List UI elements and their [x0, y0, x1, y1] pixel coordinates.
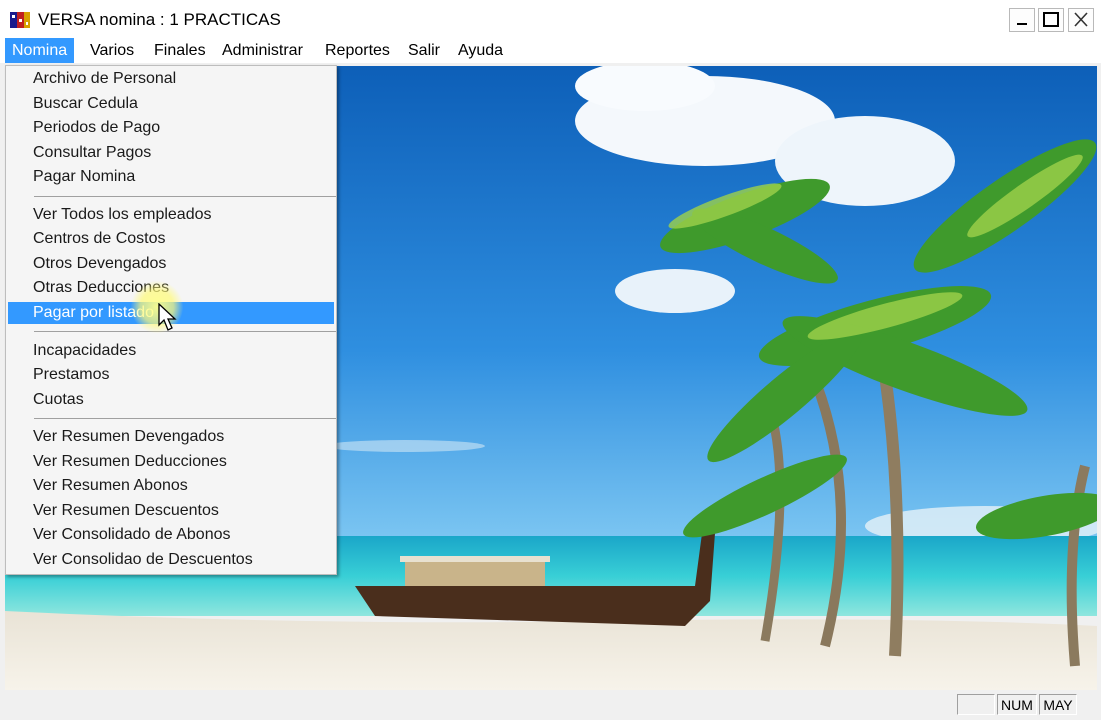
menu-item-cuotas[interactable]: Cuotas [8, 389, 334, 411]
menu-finales[interactable]: Finales [147, 38, 213, 63]
menu-nomina[interactable]: Nomina [5, 38, 75, 63]
status-caps-indicator: MAY [1039, 694, 1077, 715]
menu-item-ver-resumen-devengados[interactable]: Ver Resumen Devengados [8, 426, 334, 448]
menu-item-ver-resumen-descuentos[interactable]: Ver Resumen Descuentos [8, 500, 334, 522]
menu-administrar[interactable]: Administrar [215, 38, 310, 63]
menu-item-incapacidades[interactable]: Incapacidades [8, 340, 334, 362]
menu-salir[interactable]: Salir [401, 38, 447, 63]
menu-separator [34, 418, 336, 419]
menu-item-pagar-nomina[interactable]: Pagar Nomina [8, 166, 334, 188]
maximize-button[interactable] [1038, 8, 1064, 32]
menu-item-ver-resumen-abonos[interactable]: Ver Resumen Abonos [8, 475, 334, 497]
menu-item-ver-consolidado-de-abonos[interactable]: Ver Consolidado de Abonos [8, 524, 334, 546]
menu-item-consultar-pagos[interactable]: Consultar Pagos [8, 142, 334, 164]
menu-separator [34, 196, 336, 197]
menu-varios[interactable]: Varios [83, 38, 141, 63]
mouse-cursor-icon [158, 303, 177, 331]
app-window: VERSA nomina : 1 PRACTICAS Nomina Varios… [0, 0, 1101, 720]
menu-bar: Nomina Varios Finales Administrar Report… [0, 38, 1101, 63]
minimize-button[interactable] [1009, 8, 1035, 32]
menu-item-ver-consolidao-de-descuentos[interactable]: Ver Consolidao de Descuentos [8, 549, 334, 571]
status-bar: NUM MAY [0, 692, 1101, 720]
menu-item-buscar-cedula[interactable]: Buscar Cedula [8, 93, 334, 115]
menu-item-ver-todos-los-empleados[interactable]: Ver Todos los empleados [8, 204, 334, 226]
status-empty-cell [957, 694, 995, 715]
menu-ayuda[interactable]: Ayuda [451, 38, 510, 63]
menu-separator [34, 331, 336, 332]
maximize-icon [1043, 12, 1059, 27]
window-title: VERSA nomina : 1 PRACTICAS [38, 10, 281, 29]
minimize-icon [1017, 23, 1027, 25]
menu-item-periodos-de-pago[interactable]: Periodos de Pago [8, 117, 334, 139]
menu-item-otros-devengados[interactable]: Otros Devengados [8, 253, 334, 275]
close-button[interactable] [1068, 8, 1094, 32]
menu-item-centros-de-costos[interactable]: Centros de Costos [8, 228, 334, 250]
close-icon [1074, 12, 1088, 27]
menu-item-ver-resumen-deducciones[interactable]: Ver Resumen Deducciones [8, 451, 334, 473]
status-num-indicator: NUM [997, 694, 1037, 715]
menu-reportes[interactable]: Reportes [318, 38, 397, 63]
title-bar[interactable]: VERSA nomina : 1 PRACTICAS [0, 0, 1101, 38]
app-icon[interactable] [9, 10, 31, 30]
menu-item-prestamos[interactable]: Prestamos [8, 364, 334, 386]
menu-item-archivo-de-personal[interactable]: Archivo de Personal [8, 68, 334, 90]
